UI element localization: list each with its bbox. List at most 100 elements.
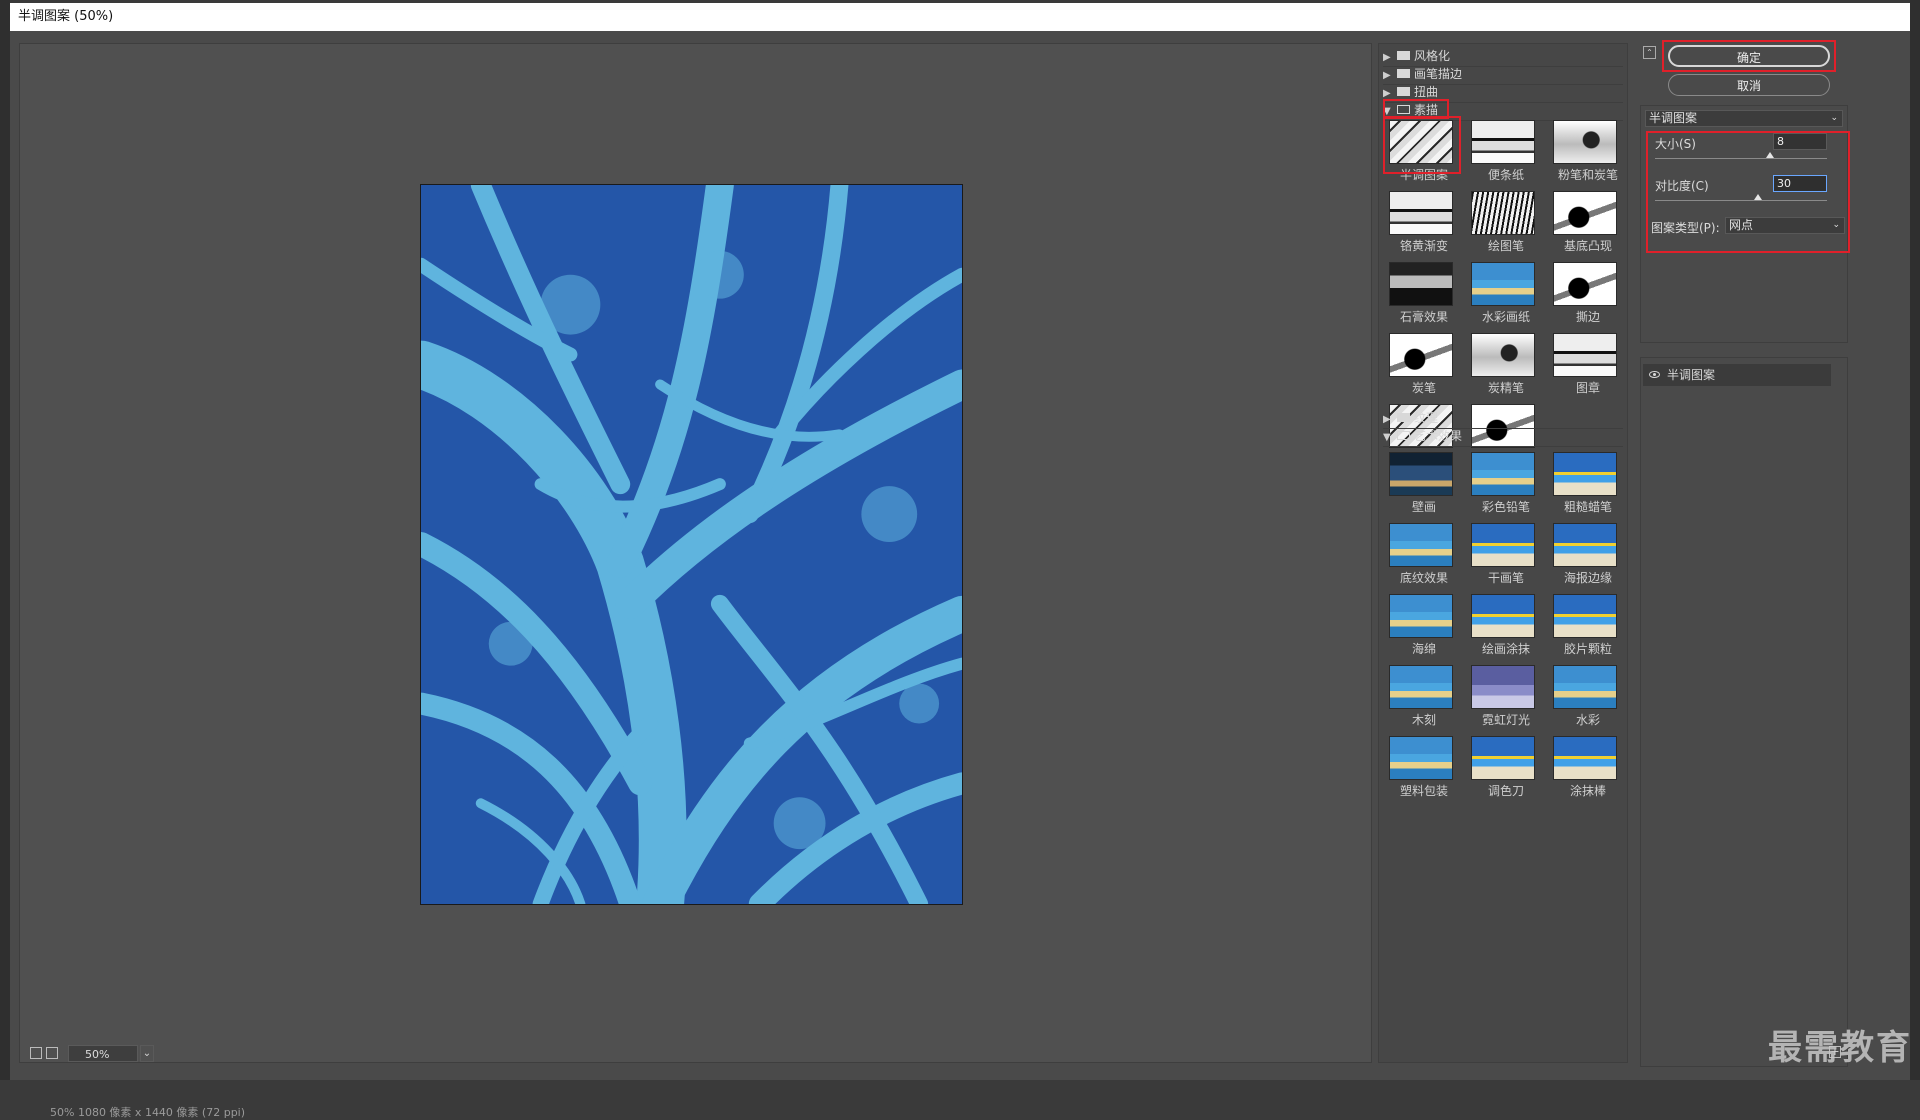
filter-thumb[interactable]: 铬黄渐变	[1383, 191, 1453, 261]
zoom-dropdown-icon[interactable]: ⌄	[140, 1044, 154, 1062]
eye-icon[interactable]	[1649, 371, 1660, 378]
thumb-image	[1471, 665, 1535, 709]
thumb-image	[1389, 736, 1453, 780]
filter-thumb[interactable]: 霓虹灯光	[1465, 665, 1535, 735]
thumb-image	[1553, 523, 1617, 567]
thumb-label: 绘图笔	[1487, 239, 1524, 253]
thumb-label: 壁画	[1411, 500, 1436, 514]
thumb-image	[1553, 333, 1617, 377]
folder-label: 纹理	[1414, 411, 1439, 425]
chevron-down-icon: ⌄	[1830, 113, 1838, 123]
zoom-in-button[interactable]	[46, 1047, 58, 1059]
thumb-image	[1471, 594, 1535, 638]
filter-gallery-list: ▶ 风格化 ▶ 画笔描边 ▶ 扭曲 ▼ 素描 半调图案 便条纸 粉笔和炭笔 铬黄渐变 绘…	[1378, 43, 1628, 1063]
thumb-label: 炭精笔	[1487, 381, 1524, 395]
thumb-image	[1471, 736, 1535, 780]
thumb-image	[1471, 262, 1535, 306]
highlight-parameters	[1646, 131, 1850, 253]
highlight-ok-button	[1662, 40, 1836, 72]
filter-thumb[interactable]: 壁画	[1383, 452, 1453, 522]
thumb-image	[1389, 452, 1453, 496]
zoom-value: 50%	[85, 1047, 110, 1061]
filter-thumb[interactable]: 水彩	[1547, 665, 1617, 735]
filter-thumb[interactable]: 彩色铅笔	[1465, 452, 1535, 522]
left-edge	[0, 0, 10, 1080]
filter-thumb[interactable]: 海绵	[1383, 594, 1453, 664]
folder-icon	[1397, 413, 1410, 422]
thumb-image	[1389, 594, 1453, 638]
filter-thumb[interactable]: 木刻	[1383, 665, 1453, 735]
effect-layer[interactable]: 半调图案	[1643, 364, 1831, 386]
effect-layers-panel: 半调图案 +	[1640, 357, 1848, 1067]
filter-thumb[interactable]: 图章	[1547, 333, 1617, 403]
filter-thumb[interactable]: 调色刀	[1465, 736, 1535, 806]
layer-label: 半调图案	[1667, 368, 1716, 382]
filter-thumb[interactable]: 炭笔	[1383, 333, 1453, 403]
right-edge	[1910, 0, 1920, 1080]
filter-thumb[interactable]: 炭精笔	[1465, 333, 1535, 403]
preview-canvas[interactable]	[420, 184, 963, 905]
filter-thumb[interactable]: 涂抹棒	[1547, 736, 1617, 806]
thumb-image	[1389, 333, 1453, 377]
thumb-image	[1553, 262, 1617, 306]
thumb-label: 铬黄渐变	[1399, 239, 1448, 253]
cancel-button[interactable]: 取消	[1668, 74, 1830, 96]
folder-label: 画笔描边	[1414, 67, 1463, 81]
thumb-label: 水彩画纸	[1481, 310, 1530, 324]
filter-thumb[interactable]: 底纹效果	[1383, 523, 1453, 593]
thumb-image	[1553, 594, 1617, 638]
thumb-label: 撕边	[1575, 310, 1600, 324]
thumb-label: 图章	[1575, 381, 1600, 395]
thumb-image	[1471, 120, 1535, 164]
thumb-label: 便条纸	[1487, 168, 1524, 182]
watermark-logo: 最需教育	[1768, 1028, 1912, 1068]
folder-icon	[1397, 87, 1410, 96]
thumb-image	[1471, 333, 1535, 377]
window-title: 半调图案 (50%)	[10, 3, 1910, 31]
filter-thumb[interactable]: 海报边缘	[1547, 523, 1617, 593]
collapse-gallery-icon[interactable]: ⌃	[1643, 46, 1656, 59]
folder-label: 风格化	[1414, 49, 1451, 63]
thumb-label: 塑料包装	[1399, 784, 1448, 798]
thumb-image	[1553, 191, 1617, 235]
thumb-label: 海绵	[1411, 642, 1436, 656]
thumb-label: 底纹效果	[1399, 571, 1448, 585]
filter-thumb[interactable]: 撕边	[1547, 262, 1617, 332]
filter-thumb[interactable]: 绘画涂抹	[1465, 594, 1535, 664]
status-text: 50% 1080 像素 x 1440 像素 (72 ppi)	[50, 1106, 246, 1119]
filter-thumb[interactable]: 胶片颗粒	[1547, 594, 1617, 664]
filter-thumb[interactable]: 粗糙蜡笔	[1547, 452, 1617, 522]
thumb-label: 水彩	[1575, 713, 1600, 727]
filter-thumb[interactable]: 基底凸现	[1547, 191, 1617, 261]
thumb-image	[1389, 191, 1453, 235]
filter-thumb[interactable]: 干画笔	[1465, 523, 1535, 593]
thumb-image	[1553, 120, 1617, 164]
preview-area[interactable]: 50% ⌄	[19, 43, 1372, 1063]
filter-thumb[interactable]: 水彩画纸	[1465, 262, 1535, 332]
filter-thumb[interactable]: 粉笔和炭笔	[1547, 120, 1618, 190]
folder-open-icon	[1397, 431, 1410, 440]
filter-thumb[interactable]: 石膏效果	[1383, 262, 1453, 332]
thumb-label: 炭笔	[1411, 381, 1436, 395]
folder-icon	[1397, 51, 1410, 60]
zoom-select[interactable]: 50%	[68, 1044, 138, 1062]
halftone-image	[421, 185, 962, 904]
folder-artistic[interactable]: ▼ 艺术效果	[1383, 426, 1623, 447]
thumb-image	[1471, 452, 1535, 496]
filter-thumb[interactable]: 绘图笔	[1465, 191, 1535, 261]
filter-thumb[interactable]: 便条纸	[1465, 120, 1535, 190]
thumb-label: 粉笔和炭笔	[1557, 168, 1618, 182]
filter-select[interactable]: 半调图案 ⌄	[1645, 110, 1843, 127]
thumb-label: 干画笔	[1487, 571, 1524, 585]
zoom-bar: 50% ⌄	[30, 1044, 154, 1062]
zoom-out-button[interactable]	[30, 1047, 42, 1059]
thumb-image	[1471, 523, 1535, 567]
thumb-image	[1389, 665, 1453, 709]
thumb-image	[1553, 452, 1617, 496]
thumb-label: 基底凸现	[1563, 239, 1612, 253]
filter-select-value: 半调图案	[1649, 111, 1698, 125]
thumb-label: 涂抹棒	[1569, 784, 1606, 798]
thumb-image	[1389, 523, 1453, 567]
filter-thumb[interactable]: 塑料包装	[1383, 736, 1453, 806]
filter-gallery-dialog: 50% ⌄ 50% 1080 像素 x 1440 像素 (72 ppi) ▶ 风格…	[10, 31, 1910, 1119]
